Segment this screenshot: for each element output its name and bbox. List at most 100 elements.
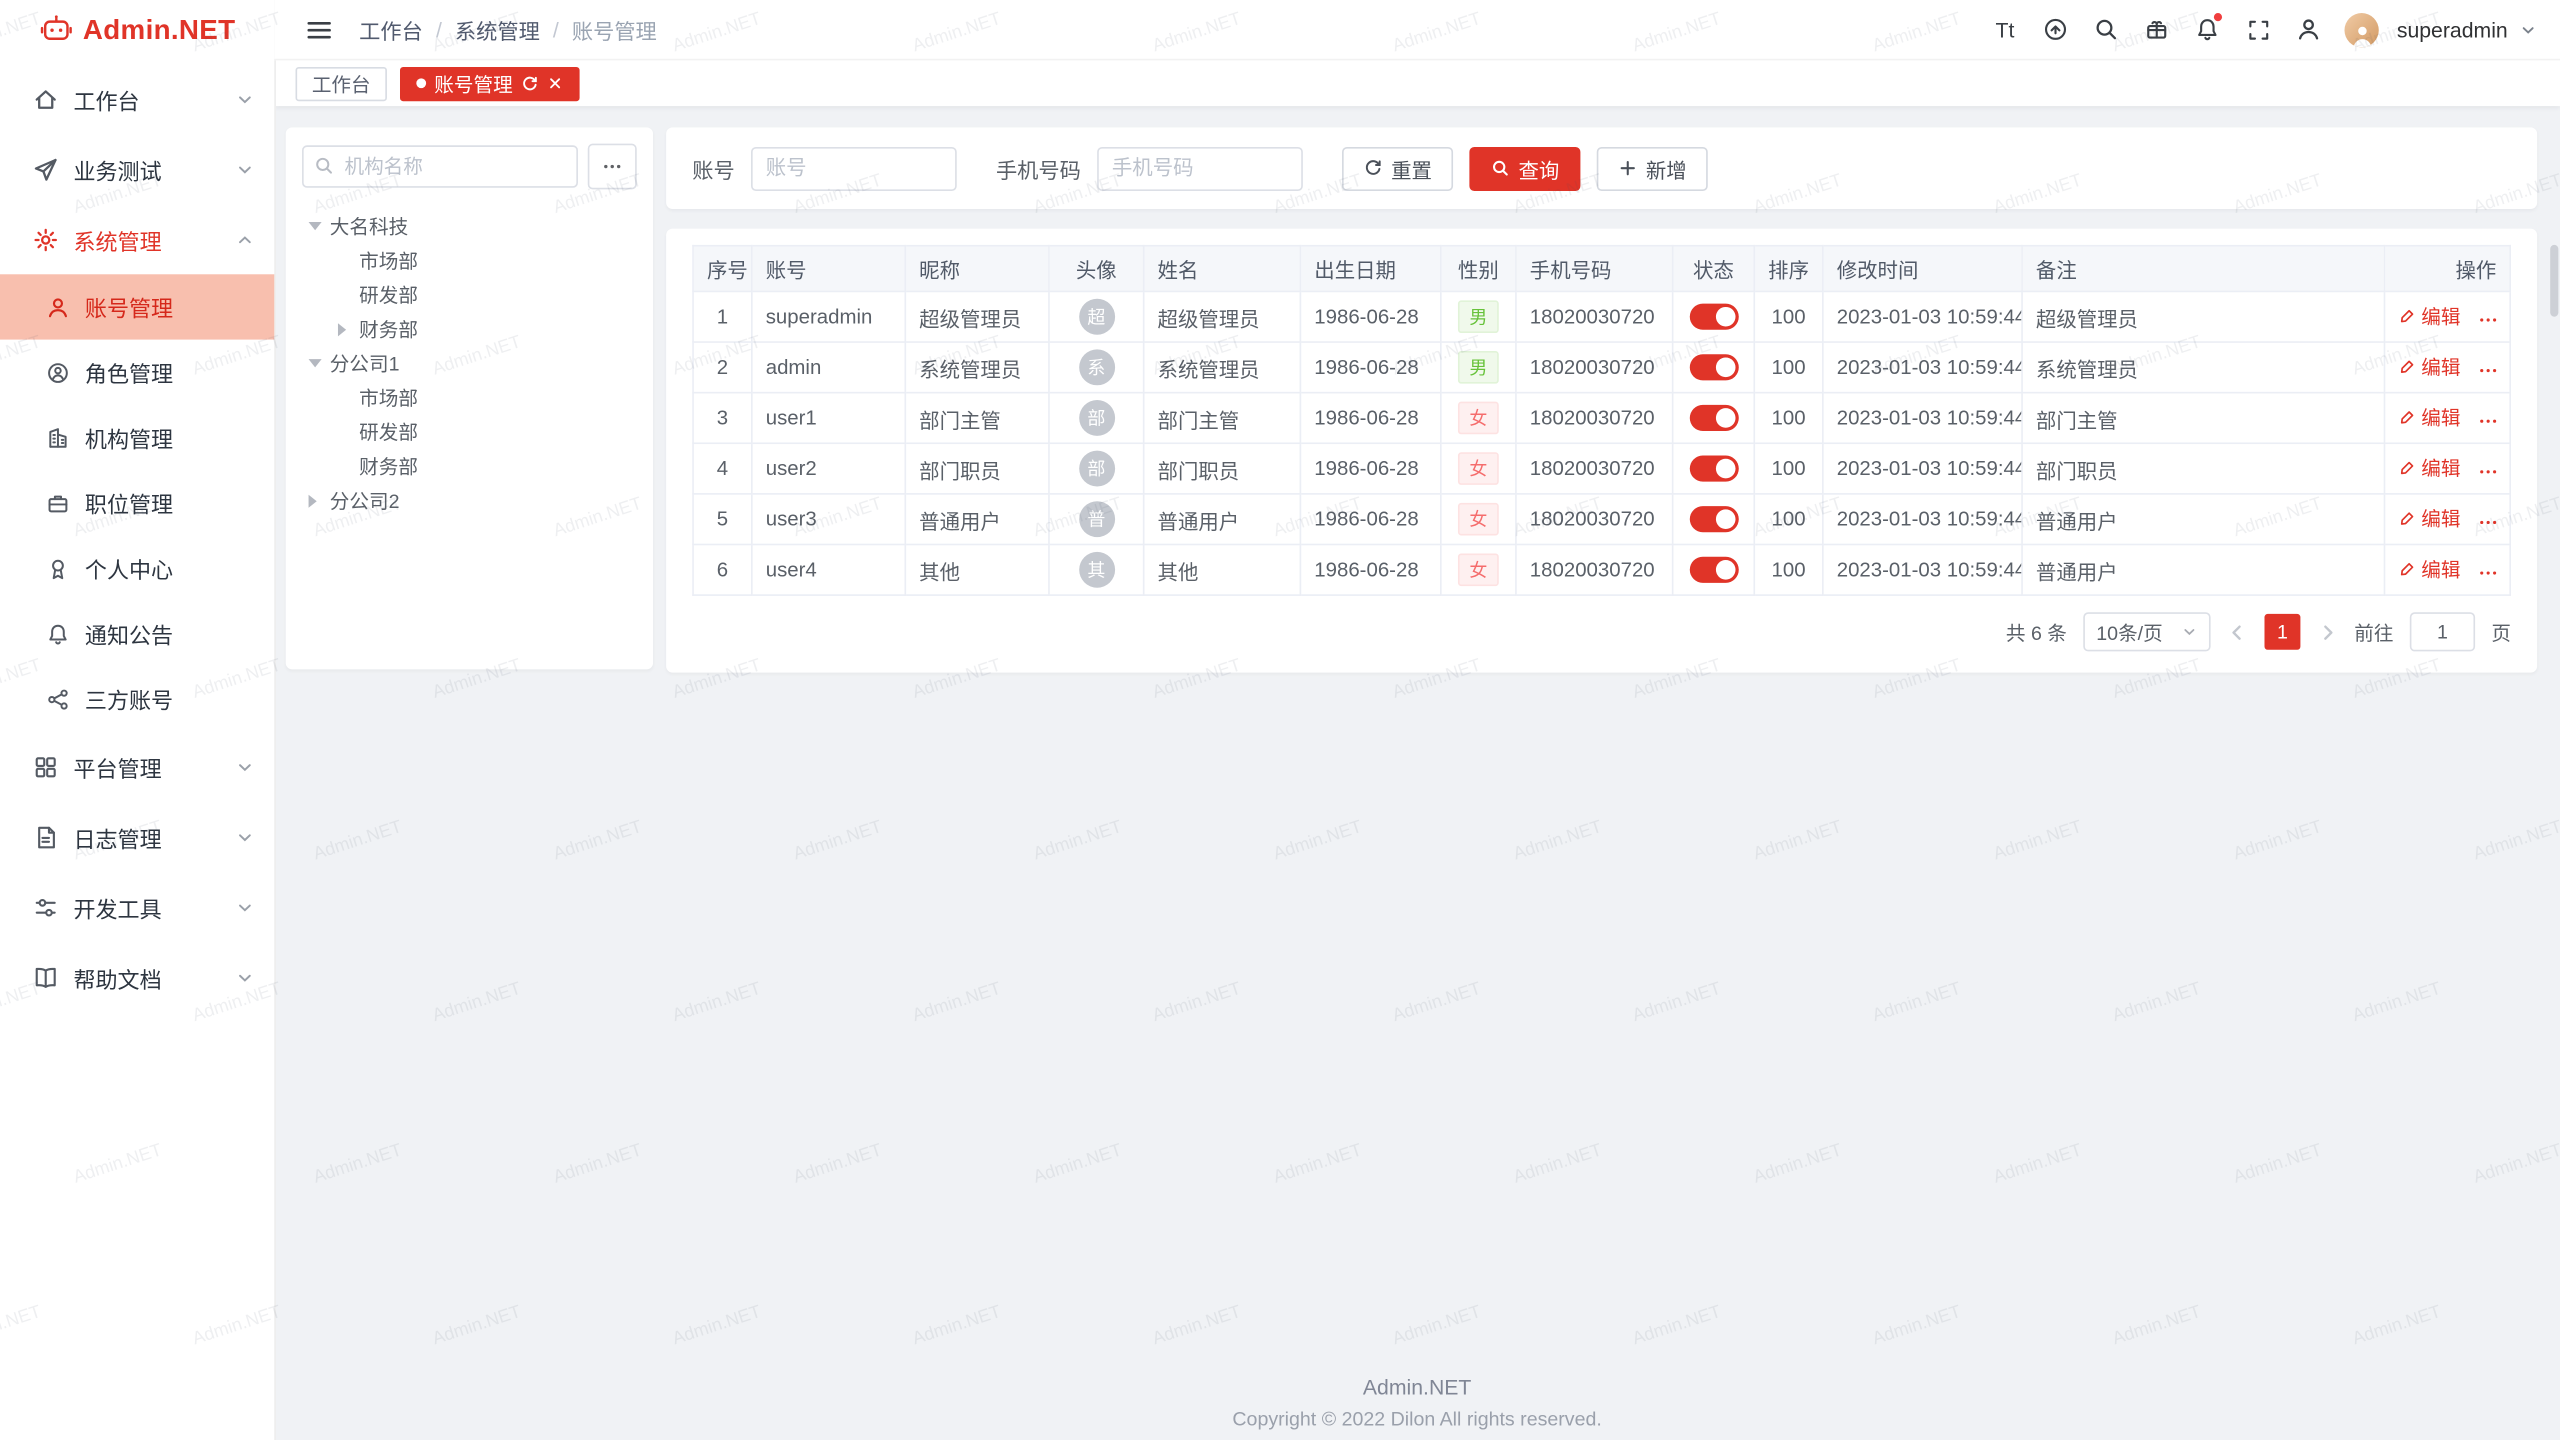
col-avatar: 头像	[1049, 246, 1144, 292]
status-toggle[interactable]	[1689, 557, 1738, 583]
table-row[interactable]: 2 admin 系统管理员 系 系统管理员 1986-06-28 男 18020…	[693, 342, 2510, 393]
avatar[interactable]	[2345, 12, 2379, 46]
table-row[interactable]: 6 user4 其他 其 其他 1986-06-28 女 18020030720…	[693, 544, 2510, 595]
theme-icon[interactable]	[2136, 8, 2178, 50]
user-outline-icon[interactable]	[2287, 8, 2329, 50]
edit-button[interactable]: 编辑	[2398, 353, 2460, 381]
sidebar-item-account-manage[interactable]: 账号管理	[0, 274, 274, 339]
tree-node[interactable]: 财务部	[302, 312, 637, 346]
sidebar-item-log-manage[interactable]: 日志管理	[0, 802, 274, 872]
more-actions-button[interactable]	[2477, 359, 2500, 382]
table-row[interactable]: 5 user3 普通用户 普 普通用户 1986-06-28 女 1802003…	[693, 494, 2510, 545]
refresh-icon[interactable]	[521, 74, 539, 92]
caret-down-icon[interactable]	[309, 222, 330, 230]
edit-icon	[2398, 358, 2416, 376]
table-row[interactable]: 1 superadmin 超级管理员 超 超级管理员 1986-06-28 男 …	[693, 291, 2510, 342]
sidebar-item-system-manage[interactable]: 系统管理	[0, 204, 274, 274]
tab-workbench[interactable]: 工作台	[296, 66, 387, 100]
prev-page-button[interactable]	[2227, 621, 2248, 642]
caret-right-icon[interactable]	[338, 322, 359, 335]
tree-node[interactable]: 分公司2	[302, 483, 637, 517]
tree-node[interactable]: 研发部	[302, 278, 637, 312]
breadcrumb-item[interactable]: 系统管理	[455, 14, 540, 45]
more-actions-button[interactable]	[2477, 410, 2500, 433]
tree-node[interactable]: 财务部	[302, 449, 637, 483]
cell-birth: 1986-06-28	[1300, 342, 1440, 393]
breadcrumb-item[interactable]: 工作台	[359, 14, 423, 45]
sidebar-item-notice[interactable]: 通知公告	[0, 601, 274, 666]
tree-node[interactable]: 市场部	[302, 380, 637, 414]
sidebar-item-label: 日志管理	[73, 820, 235, 853]
status-toggle[interactable]	[1689, 354, 1738, 380]
sidebar-item-dev-tools[interactable]: 开发工具	[0, 872, 274, 942]
edit-button[interactable]: 编辑	[2398, 302, 2460, 330]
edit-button[interactable]: 编辑	[2398, 555, 2460, 583]
page-number-current[interactable]: 1	[2264, 614, 2300, 650]
phone-label: 手机号码	[996, 153, 1081, 184]
cell-phone: 18020030720	[1516, 443, 1673, 494]
tree-node[interactable]: 大名科技	[302, 209, 637, 243]
status-toggle[interactable]	[1689, 456, 1738, 482]
sidebar-item-thirdparty-account[interactable]: 三方账号	[0, 666, 274, 731]
next-page-button[interactable]	[2317, 621, 2338, 642]
scrollbar-thumb[interactable]	[2550, 245, 2558, 317]
account-input[interactable]	[751, 146, 957, 190]
cell-name: 普通用户	[1144, 494, 1301, 545]
sidebar-item-platform-manage[interactable]: 平台管理	[0, 731, 274, 801]
avatar: 其	[1078, 552, 1114, 588]
sidebar-item-help-docs[interactable]: 帮助文档	[0, 942, 274, 1012]
phone-input[interactable]	[1097, 146, 1303, 190]
more-options-button[interactable]	[588, 144, 637, 190]
edit-button[interactable]: 编辑	[2398, 454, 2460, 482]
chevron-down-icon[interactable]	[2519, 20, 2537, 38]
search-icon[interactable]	[2085, 8, 2127, 50]
tree-node[interactable]: 研发部	[302, 415, 637, 449]
notification-bell-icon[interactable]	[2186, 8, 2228, 50]
sidebar: Admin.NET 工作台 业务测试	[0, 0, 276, 1440]
add-button[interactable]: 新增	[1597, 146, 1708, 190]
circle-arrow-icon[interactable]	[2034, 8, 2076, 50]
sidebar-item-personal-center[interactable]: 个人中心	[0, 536, 274, 601]
status-toggle[interactable]	[1689, 405, 1738, 431]
reset-button[interactable]: 重置	[1342, 146, 1453, 190]
more-actions-button[interactable]	[2477, 511, 2500, 534]
sidebar-item-org-manage[interactable]: 机构管理	[0, 405, 274, 470]
sidebar-item-label: 通知公告	[85, 617, 255, 650]
edit-button[interactable]: 编辑	[2398, 505, 2460, 533]
sidebar-item-role-manage[interactable]: 角色管理	[0, 340, 274, 405]
status-toggle[interactable]	[1689, 304, 1738, 330]
more-actions-button[interactable]	[2477, 561, 2500, 584]
tree-node-label: 财务部	[359, 452, 418, 480]
logo-robot-icon	[39, 13, 73, 47]
table-row[interactable]: 4 user2 部门职员 部 部门职员 1986-06-28 女 1802003…	[693, 443, 2510, 494]
sidebar-item-position-manage[interactable]: 职位管理	[0, 470, 274, 535]
text-size-icon[interactable]: Tt	[1984, 8, 2026, 50]
tree-node[interactable]: 分公司1	[302, 346, 637, 380]
sidebar-item-workbench[interactable]: 工作台	[0, 64, 274, 134]
account-table: 序号 账号 昵称 头像 姓名 出生日期 性别 手机号码 状态 排序 修改时间 备…	[692, 245, 2511, 596]
hamburger-menu-icon[interactable]	[297, 8, 339, 50]
cell-actions: 编辑	[2384, 393, 2510, 444]
more-actions-button[interactable]	[2477, 308, 2500, 331]
edit-button[interactable]: 编辑	[2398, 403, 2460, 431]
medal-icon	[46, 556, 70, 580]
caret-right-icon[interactable]	[309, 494, 330, 507]
caret-down-icon[interactable]	[309, 359, 330, 367]
tab-account-manage[interactable]: 账号管理	[400, 66, 580, 100]
table-row[interactable]: 3 user1 部门主管 部 部门主管 1986-06-28 女 1802003…	[693, 393, 2510, 444]
page-size-select[interactable]: 10条/页	[2083, 612, 2210, 651]
cell-order: 100	[1754, 291, 1823, 342]
status-toggle[interactable]	[1689, 506, 1738, 532]
tree-node[interactable]: 市场部	[302, 243, 637, 277]
search-button[interactable]: 查询	[1469, 146, 1580, 190]
chevron-down-icon	[235, 967, 255, 987]
more-actions-button[interactable]	[2477, 460, 2500, 483]
cell-nickname: 普通用户	[905, 494, 1049, 545]
fullscreen-icon[interactable]	[2237, 8, 2279, 50]
sidebar-item-business-test[interactable]: 业务测试	[0, 134, 274, 204]
org-search-input[interactable]	[302, 145, 578, 187]
app-logo[interactable]: Admin.NET	[0, 0, 274, 60]
goto-page-input[interactable]	[2410, 612, 2475, 651]
username[interactable]: superadmin	[2397, 17, 2508, 41]
close-icon[interactable]	[547, 75, 563, 91]
